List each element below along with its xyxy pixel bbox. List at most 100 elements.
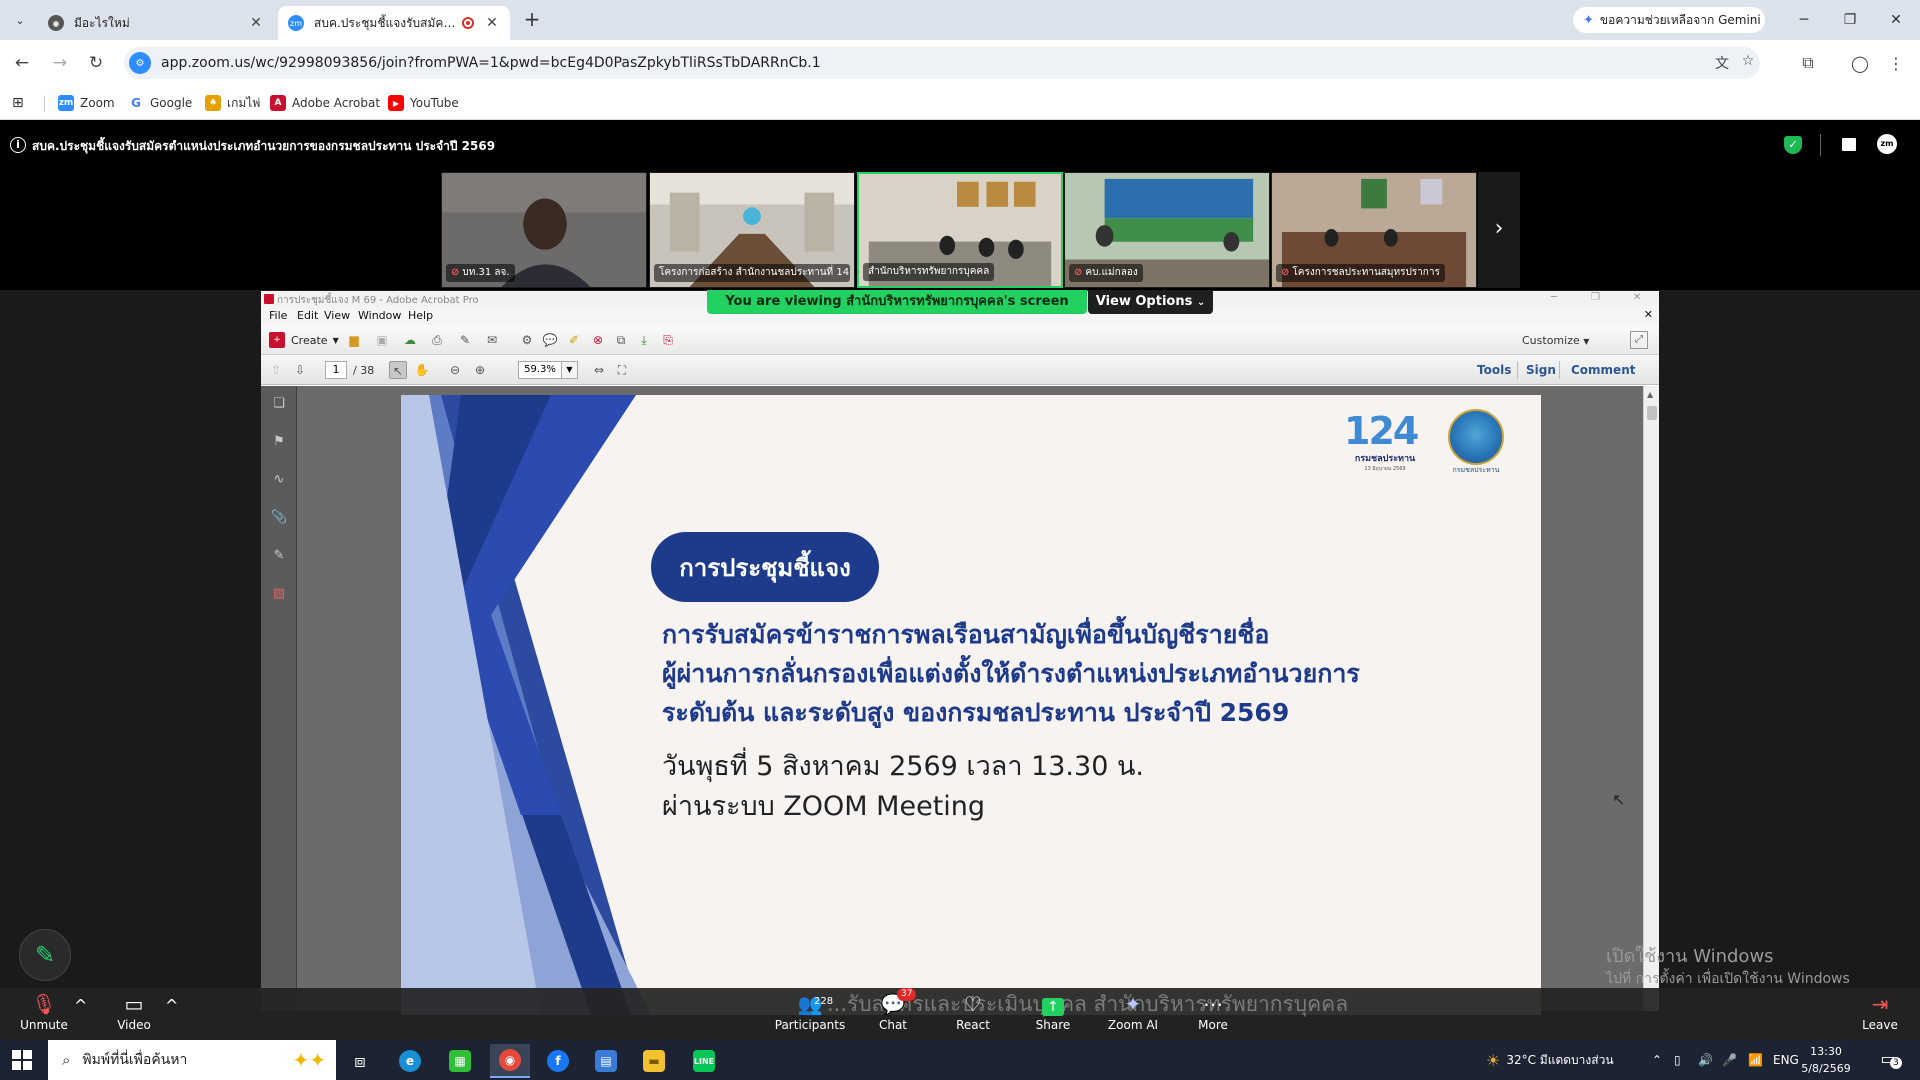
share-button[interactable]: ↑ Share [1013, 992, 1093, 1038]
security-shield-icon[interactable]: ✓ [1784, 136, 1802, 154]
cloud-upload-icon[interactable]: ☁ [401, 331, 419, 349]
browser-tab-whats-new[interactable]: ◉ มีอะไรใหม่ ✕ [38, 6, 274, 40]
annotate-pencil-icon[interactable]: ✎ [19, 929, 71, 981]
unmute-button[interactable]: 🎙 Unmute [4, 992, 84, 1038]
address-bar[interactable]: ⚙ app.zoom.us/wc/92998093856/join?fromPW… [124, 47, 1760, 79]
video-button[interactable]: ▭ Video [94, 992, 174, 1038]
select-cursor-icon[interactable]: ↖ [389, 361, 407, 379]
line-app-icon[interactable]: LINE [684, 1044, 724, 1078]
video-options-caret-icon[interactable]: ^ [165, 996, 178, 1042]
settings-gear-icon[interactable]: ⚙ [518, 331, 536, 349]
video-tile[interactable]: ⊘ คบ.แม่กลอง [1064, 172, 1270, 288]
zoom-dropdown-arrow-icon[interactable]: ▼ [562, 361, 578, 379]
customize-dropdown[interactable]: Customize ▼ [1522, 334, 1589, 347]
vertical-scrollbar[interactable]: ▲ [1643, 386, 1659, 1011]
microphone-icon[interactable]: 🎤 [1722, 1040, 1737, 1080]
close-tab-icon[interactable]: ✕ [484, 15, 500, 31]
edit-pdf-icon[interactable]: ✎ [456, 331, 474, 349]
sign-pane-link[interactable]: Sign [1526, 363, 1556, 377]
apps-grid-icon[interactable]: ⊞ [12, 94, 24, 112]
next-page-icon[interactable]: ⇩ [291, 361, 309, 379]
more-button[interactable]: ⋯ More [1173, 992, 1253, 1038]
task-view-icon[interactable]: ⧈ [340, 1044, 380, 1078]
video-tile[interactable]: ⊘ บท.31 ลจ. [441, 172, 647, 288]
system-clock[interactable]: 13:30 5/8/2569 [1796, 1043, 1856, 1077]
bookmark-adobe-acrobat[interactable]: A Adobe Acrobat [270, 94, 380, 112]
edge-browser-icon[interactable]: e [390, 1044, 430, 1078]
facebook-icon[interactable]: f [538, 1044, 578, 1078]
minimize-button[interactable]: ─ [1790, 6, 1818, 34]
bookmarks-icon[interactable]: ⚑ [271, 434, 287, 452]
export-page-icon[interactable]: ⎘ [659, 331, 677, 349]
bookmark-google[interactable]: G Google [128, 94, 192, 112]
chat-button[interactable]: 💬 37 Chat [853, 988, 933, 1038]
gemini-button[interactable]: ✦ ขอความช่วยเหลือจาก Gemini [1573, 7, 1765, 33]
attachments-paperclip-icon[interactable]: 📎 [271, 510, 287, 528]
new-tab-button[interactable]: + [520, 8, 544, 32]
acrobat-restore-icon[interactable]: ❐ [1591, 292, 1600, 303]
hand-tool-icon[interactable]: ✋ [413, 361, 431, 379]
fullscreen-icon[interactable]: ⤢ [1630, 331, 1648, 349]
page-thumbnails-icon[interactable]: ❏ [271, 396, 287, 414]
back-button[interactable]: ← [10, 51, 34, 75]
leave-button[interactable]: ⇥ Leave [1840, 992, 1920, 1038]
language-indicator[interactable]: ENG [1773, 1040, 1799, 1080]
save-icon[interactable]: ▣ [373, 331, 391, 349]
delete-page-icon[interactable]: ⊗ [589, 331, 607, 349]
security-lock-icon[interactable]: ▨ [271, 586, 287, 604]
audio-options-caret-icon[interactable]: ^ [74, 996, 87, 1042]
tools-pane-link[interactable]: Tools [1477, 363, 1511, 377]
menu-file[interactable]: File [269, 309, 287, 322]
extract-page-icon[interactable]: ⤓ [635, 331, 653, 349]
view-layout-icon[interactable] [1842, 138, 1856, 151]
next-page-chevron-icon[interactable]: › [1478, 172, 1520, 288]
translate-icon[interactable]: 文 [1712, 53, 1732, 73]
video-tile[interactable]: ⊘ โครงการชลประทานสมุทรปราการ [1271, 172, 1477, 288]
windows-start-icon[interactable] [12, 1050, 32, 1070]
video-tile[interactable]: โครงการก่อสร้าง สำนักงานชลประทานที่ 14 [649, 172, 855, 288]
weather-widget[interactable]: ☀ 32°C มีแดดบางส่วน [1486, 1040, 1614, 1080]
microsoft-store-icon[interactable]: ▤ [586, 1044, 626, 1078]
react-button[interactable]: ♡ React [933, 992, 1013, 1038]
notification-center-icon[interactable]: ▭ 3 [1876, 1049, 1902, 1071]
close-document-icon[interactable]: ✕ [1644, 308, 1653, 321]
browser-tab-zoom-meeting[interactable]: zm สบค.ประชุมชี้แจงรับสมัครตำแหน่ง ✕ [278, 6, 510, 40]
comment-pane-link[interactable]: Comment [1571, 363, 1635, 377]
menu-edit[interactable]: Edit [297, 309, 318, 322]
zoom-level-input[interactable]: 59.3% [518, 361, 562, 379]
meeting-info-icon[interactable]: i [10, 137, 26, 153]
forward-button[interactable]: → [48, 51, 72, 75]
view-options-button[interactable]: View Options ⌄ [1088, 290, 1213, 314]
green-app-icon[interactable]: ▦ [440, 1044, 480, 1078]
fit-width-icon[interactable]: ⇔ [590, 361, 608, 379]
participants-button[interactable]: 👥 228 Participants [770, 992, 850, 1038]
video-tile-active-speaker[interactable]: สำนักบริหารทรัพยากรบุคคล [857, 172, 1063, 288]
close-window-button[interactable]: ✕ [1882, 6, 1910, 34]
zoom-ai-button[interactable]: ✦ Zoom AI [1093, 992, 1173, 1038]
content-icon[interactable]: ✎ [271, 548, 287, 566]
acrobat-close-icon[interactable]: ✕ [1633, 292, 1641, 303]
restore-button[interactable]: ❐ [1836, 6, 1864, 34]
insert-page-icon[interactable]: ⧉ [612, 331, 630, 349]
reload-button[interactable]: ↻ [84, 51, 108, 75]
wifi-icon[interactable]: 📶 [1748, 1040, 1763, 1080]
highlight-icon[interactable]: ✐ [565, 331, 583, 349]
acrobat-minimize-icon[interactable]: ─ [1551, 292, 1557, 303]
profile-icon[interactable]: ◯ [1848, 51, 1872, 75]
zoom-in-icon[interactable]: ⊕ [471, 361, 489, 379]
show-hidden-icons-chevron-icon[interactable]: ⌃ [1652, 1040, 1662, 1080]
create-button[interactable]: + Create ▼ [269, 330, 339, 350]
file-explorer-icon[interactable]: ▬ [634, 1044, 674, 1078]
site-info-icon[interactable]: ⚙ [129, 52, 151, 74]
battery-icon[interactable]: ▯ [1674, 1040, 1681, 1080]
zoom-out-icon[interactable]: ⊖ [446, 361, 464, 379]
menu-view[interactable]: View [324, 309, 350, 322]
tab-search-chevron-icon[interactable]: ⌄ [8, 8, 32, 32]
bookmark-star-icon[interactable]: ☆ [1738, 53, 1758, 73]
fit-page-icon[interactable]: ⛶ [613, 361, 631, 379]
close-tab-icon[interactable]: ✕ [248, 15, 264, 31]
open-folder-icon[interactable]: ▆ [345, 331, 363, 349]
bookmark-youtube[interactable]: ▶ YouTube [388, 94, 459, 112]
bookmark-zoom[interactable]: zm Zoom [58, 94, 115, 112]
bookmark-card-game[interactable]: ♠ เกมไพ่ [205, 94, 260, 112]
